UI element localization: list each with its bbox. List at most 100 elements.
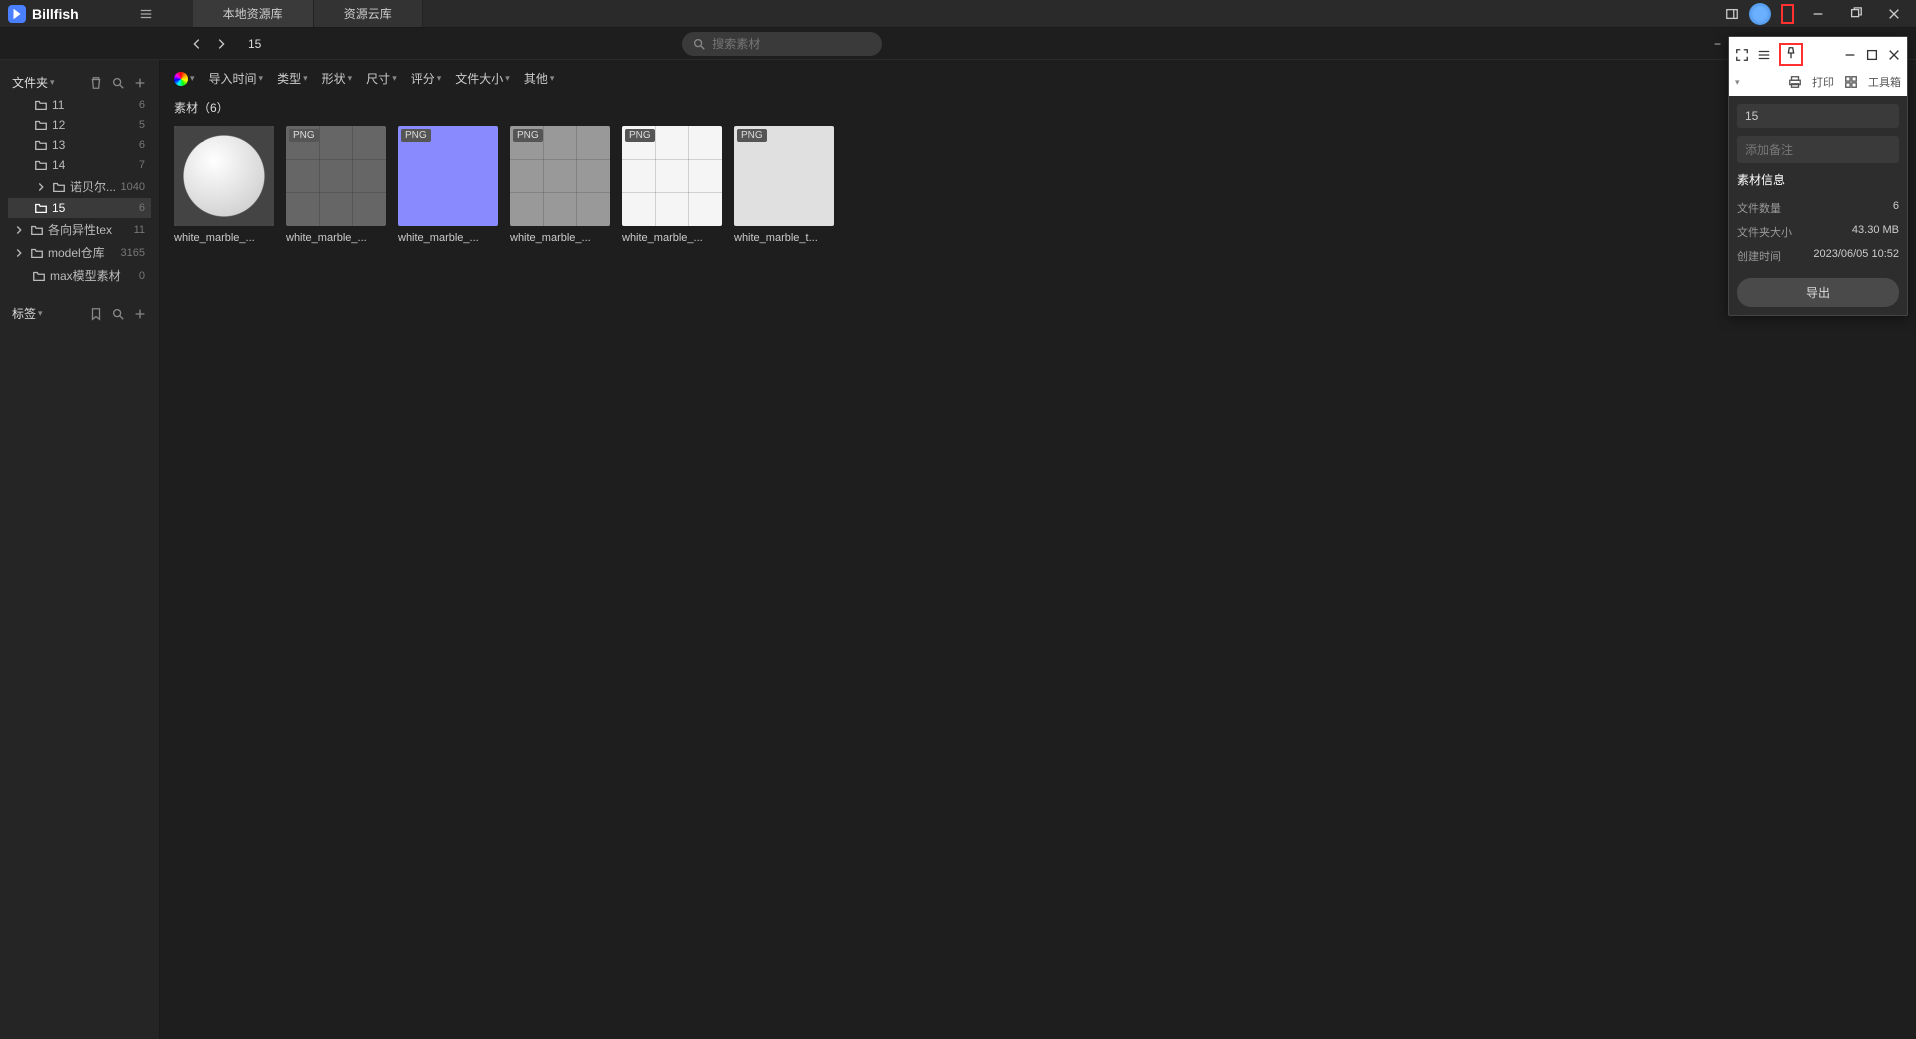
folder-name-field[interactable]: 15 <box>1737 104 1899 128</box>
asset-thumbnail[interactable]: JPG <box>174 126 274 226</box>
asset-card[interactable]: PNG white_marble_... <box>622 126 722 244</box>
breadcrumb[interactable]: 15 <box>248 37 261 51</box>
content-header: 素材（6） 显示子文件夹素材 <box>174 95 1902 126</box>
folder-name: 13 <box>52 138 65 152</box>
kv-created: 创建时间2023/06/05 10:52 <box>1737 244 1899 268</box>
expand-icon[interactable] <box>1735 48 1749 62</box>
folder-tree: 116125136147诺贝尔...1040 15 6 各向异性tex 11 model仓… <box>8 95 151 287</box>
folder-icon <box>34 158 48 172</box>
asset-grid: JPGwhite_marble_...PNGwhite_marble_...PN… <box>174 126 1902 244</box>
folder-count: 1040 <box>121 181 147 193</box>
asset-card[interactable]: PNGwhite_marble_t... <box>734 126 834 244</box>
filter-filesize[interactable]: 文件大小▾ <box>455 70 510 87</box>
folder-icon <box>32 269 46 283</box>
export-button[interactable]: 导出 <box>1737 278 1899 307</box>
bookmark-icon[interactable] <box>89 307 103 321</box>
folder-count: 11 <box>134 224 147 236</box>
asset-thumbnail[interactable]: PNG <box>510 126 610 226</box>
add-folder-icon[interactable] <box>133 76 147 90</box>
format-badge: PNG <box>401 129 431 142</box>
folder-item[interactable]: 116 <box>8 95 151 115</box>
folder-item[interactable]: 136 <box>8 135 151 155</box>
asset-card[interactable]: PNGwhite_marble_... <box>398 126 498 244</box>
asset-name: white_marble_... <box>510 232 610 244</box>
titlebar: Billfish 本地资源库 资源云库 <box>0 0 1916 28</box>
chevron-down-icon[interactable]: ▾ <box>38 308 43 319</box>
folder-count: 3165 <box>121 247 147 259</box>
search-container <box>682 32 882 56</box>
color-wheel-icon <box>174 72 188 86</box>
panel-maximize-icon[interactable] <box>1865 48 1879 62</box>
folder-name: model仓库 <box>48 244 105 261</box>
filter-other[interactable]: 其他▾ <box>524 70 555 87</box>
filter-size[interactable]: 尺寸▾ <box>366 70 397 87</box>
folder-item[interactable]: max模型素材0 <box>8 264 151 287</box>
tab-cloud-library[interactable]: 资源云库 <box>314 0 423 27</box>
titlebar-right <box>1725 3 1908 25</box>
pin-icon[interactable] <box>1784 46 1798 60</box>
trash-icon[interactable] <box>89 76 103 90</box>
asset-card[interactable]: JPGwhite_marble_... <box>174 126 274 244</box>
asset-thumbnail[interactable]: PNG <box>734 126 834 226</box>
sidebar-tags-header: 标签▾ <box>8 301 151 326</box>
filter-import-time[interactable]: 导入时间▾ <box>209 70 264 87</box>
minimize-button[interactable] <box>1804 4 1832 24</box>
maximize-button[interactable] <box>1842 4 1870 24</box>
folder-count: 6 <box>139 202 147 214</box>
user-avatar[interactable] <box>1749 3 1771 25</box>
expand-arrow-icon[interactable] <box>12 246 26 260</box>
search-input[interactable] <box>682 32 882 56</box>
filter-bar: ▾ 导入时间▾ 类型▾ 形状▾ 尺寸▾ 评分▾ 文件大小▾ 其他▾ <box>174 68 1902 95</box>
search-tag-icon[interactable] <box>111 307 125 321</box>
panel-toggle-icon[interactable] <box>1725 7 1739 21</box>
asset-name: white_marble_... <box>286 232 386 244</box>
format-badge: JPG <box>177 129 204 142</box>
close-button[interactable] <box>1880 4 1908 24</box>
folder-item[interactable]: 诺贝尔...1040 <box>8 175 151 198</box>
folder-item[interactable]: 各向异性tex 11 <box>8 218 151 241</box>
add-tag-icon[interactable] <box>133 307 147 321</box>
asset-thumbnail[interactable]: PNG <box>286 126 386 226</box>
kv-size: 文件夹大小43.30 MB <box>1737 220 1899 244</box>
menu-icon[interactable] <box>139 7 153 21</box>
panel-minimize-icon[interactable] <box>1843 48 1857 62</box>
content-title: 素材（6） <box>174 99 229 116</box>
tab-local-library[interactable]: 本地资源库 <box>193 0 314 27</box>
folder-name: 14 <box>52 158 65 172</box>
chevron-down-icon[interactable]: ▾ <box>1735 77 1740 88</box>
folder-item[interactable]: model仓库 3165 <box>8 241 151 264</box>
folder-item[interactable]: 15 6 <box>8 198 151 218</box>
nav-back-button[interactable] <box>190 37 204 51</box>
list-icon[interactable] <box>1757 48 1771 62</box>
folder-item[interactable]: 147 <box>8 155 151 175</box>
asset-thumbnail[interactable]: PNG <box>622 126 722 226</box>
chevron-down-icon[interactable]: ▾ <box>50 77 55 88</box>
toolbox-icon <box>1844 75 1858 89</box>
search-folder-icon[interactable] <box>111 76 125 90</box>
zoom-out-icon[interactable]: − <box>1714 37 1721 51</box>
panel-close-icon[interactable] <box>1887 48 1901 62</box>
filter-type[interactable]: 类型▾ <box>277 70 308 87</box>
folder-item[interactable]: 125 <box>8 115 151 135</box>
content-area: ▾ 导入时间▾ 类型▾ 形状▾ 尺寸▾ 评分▾ 文件大小▾ 其他▾ 素材（6） … <box>160 60 1916 1039</box>
filter-rating[interactable]: 评分▾ <box>411 70 442 87</box>
search-icon <box>692 37 706 51</box>
sidebar: 文件夹▾ 116125136147诺贝尔...1040156各向异性tex11m… <box>0 60 160 1039</box>
format-badge: PNG <box>625 129 655 142</box>
asset-card[interactable]: PNG white_marble_... <box>286 126 386 244</box>
asset-thumbnail[interactable]: PNG <box>398 126 498 226</box>
expand-arrow-icon[interactable] <box>34 180 48 194</box>
kv-count: 文件数量6 <box>1737 196 1899 220</box>
asset-card[interactable]: PNG white_marble_... <box>510 126 610 244</box>
print-button[interactable]: 打印 <box>1812 74 1834 90</box>
folder-name: 15 <box>52 201 65 215</box>
asset-name: white_marble_... <box>622 232 722 244</box>
color-filter[interactable]: ▾ <box>174 72 195 86</box>
expand-arrow-icon[interactable] <box>12 223 26 237</box>
note-field[interactable]: 添加备注 <box>1737 136 1899 163</box>
toolbox-button[interactable]: 工具箱 <box>1868 74 1901 90</box>
highlight-marker-1 <box>1781 4 1794 24</box>
folder-name: 各向异性tex <box>48 221 112 238</box>
filter-shape[interactable]: 形状▾ <box>322 70 353 87</box>
nav-forward-button[interactable] <box>214 37 228 51</box>
